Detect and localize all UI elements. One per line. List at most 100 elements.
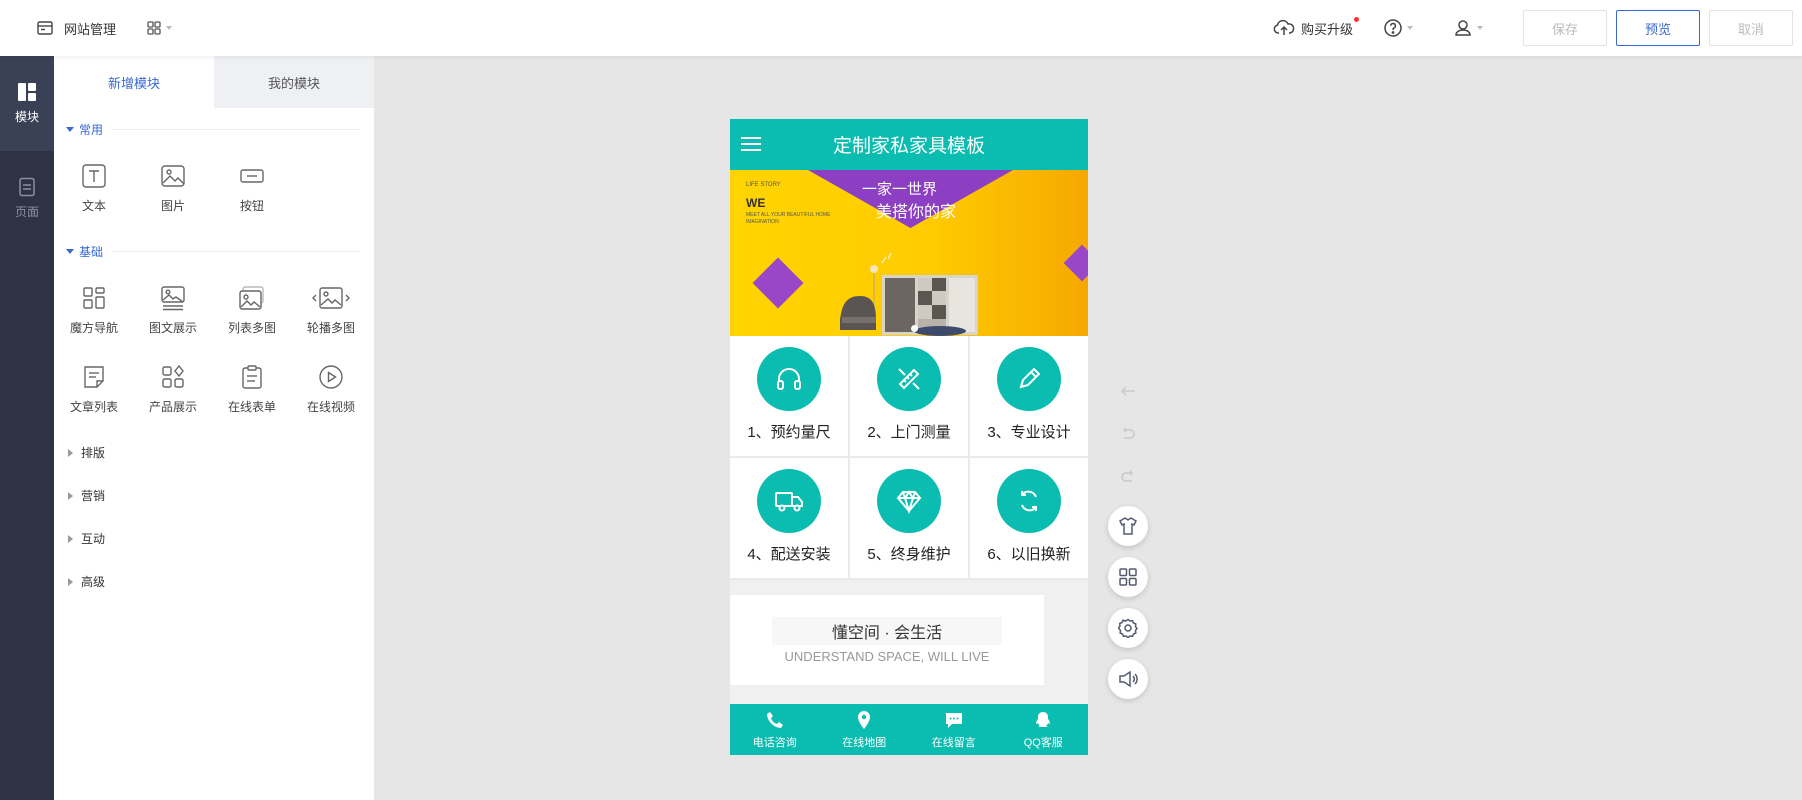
site-management-title: 网站管理 — [64, 21, 117, 37]
cloud-upload-icon — [1273, 19, 1295, 37]
save-button[interactable]: 保存 — [1523, 10, 1607, 46]
map-pin-icon — [854, 710, 874, 730]
module-label: 在线视频 — [306, 400, 355, 414]
module-label: 图片 — [160, 199, 185, 213]
text-icon — [81, 163, 107, 189]
image-icon — [160, 163, 186, 189]
site-management[interactable]: 网站管理 — [36, 0, 173, 56]
list-images-icon — [238, 285, 266, 311]
left-rail: 模块 页面 — [0, 56, 54, 800]
module-article-list[interactable]: 文章列表 — [54, 364, 134, 415]
form-icon — [239, 364, 265, 390]
service-item[interactable]: 4、配送安装 — [730, 458, 848, 578]
banner-headline-1: 一家一世界 — [862, 182, 938, 198]
module-list-images[interactable]: 列表多图 — [212, 285, 292, 336]
preview-button[interactable]: 预览 — [1616, 10, 1700, 46]
footer-item[interactable]: 在线地图 — [820, 704, 910, 755]
module-form[interactable]: 在线表单 — [212, 364, 292, 415]
phone-preview: 定制家私家具模板 LIFE STORY WE MEET ALL YOUR BEA… — [730, 119, 1088, 755]
service-label: 2、上门测量 — [867, 424, 951, 441]
service-item[interactable]: 5、终身维护 — [850, 458, 968, 578]
user-menu[interactable] — [1453, 18, 1483, 38]
module-product[interactable]: 产品展示 — [133, 364, 213, 415]
banner-carousel[interactable]: LIFE STORY WE MEET ALL YOUR BEAUTIFUL HO… — [730, 170, 1088, 336]
module-video[interactable]: 在线视频 — [291, 364, 371, 415]
undo-icon[interactable] — [1118, 424, 1138, 444]
pencil-icon — [997, 347, 1061, 411]
message-icon — [944, 710, 964, 730]
theme-button[interactable] — [1108, 506, 1148, 546]
section-advanced[interactable]: 高级 — [68, 573, 105, 590]
rail-item-label: 页面 — [14, 205, 39, 219]
redo-icon[interactable] — [1118, 467, 1138, 487]
module-text[interactable]: 文本 — [54, 163, 134, 214]
section-interaction[interactable]: 互动 — [68, 530, 105, 547]
announcement-button[interactable] — [1108, 659, 1148, 699]
module-label: 文章列表 — [69, 400, 118, 414]
divider — [113, 250, 360, 252]
section-basic-header[interactable]: 基础 — [66, 241, 360, 261]
caret-down-icon — [66, 126, 74, 132]
module-button[interactable]: 按钮 — [212, 163, 292, 214]
service-item[interactable]: 6、以旧换新 — [970, 458, 1088, 578]
rail-item-modules[interactable]: 模块 — [0, 56, 54, 151]
top-bar: 网站管理 购买升级 保存 预览 取消 — [0, 0, 1802, 56]
article-list-icon — [81, 364, 107, 390]
hamburger-menu-icon[interactable] — [740, 135, 762, 153]
upgrade-button[interactable]: 购买升级 — [1273, 16, 1359, 38]
services-grid: 1、预约量尺 2、上门测量 3、专业设计 4、配送安装 5、终身维护 6、以旧换… — [730, 336, 1088, 580]
section-title: 互动 — [81, 532, 106, 546]
footer-item[interactable]: 电话咨询 — [730, 704, 820, 755]
section-marketing[interactable]: 营销 — [68, 487, 105, 504]
service-item[interactable]: 3、专业设计 — [970, 336, 1088, 456]
tab-new-modules[interactable]: 新增模块 — [54, 56, 214, 108]
footer-item[interactable]: 在线留言 — [909, 704, 999, 755]
service-item[interactable]: 2、上门测量 — [850, 336, 968, 456]
apps-menu[interactable] — [146, 20, 173, 36]
tab-my-modules[interactable]: 我的模块 — [214, 56, 374, 108]
carousel-indicator[interactable] — [911, 325, 918, 332]
rail-item-label: 模块 — [14, 110, 39, 124]
module-grid-nav[interactable]: 魔方导航 — [54, 285, 134, 336]
back-arrow-icon[interactable] — [1118, 381, 1138, 401]
module-label: 轮播多图 — [306, 321, 355, 335]
apps-icon — [1118, 567, 1138, 587]
footer-label: 在线地图 — [842, 736, 887, 749]
phone-header[interactable]: 定制家私家具模板 — [730, 119, 1088, 170]
settings-button[interactable] — [1108, 608, 1148, 648]
truck-icon — [757, 469, 821, 533]
divider — [113, 128, 360, 130]
apps-button[interactable] — [1108, 557, 1148, 597]
wardrobe-illustration — [830, 225, 990, 336]
caret-right-icon — [68, 577, 73, 586]
carousel-icon — [312, 285, 350, 311]
diamond-icon — [877, 469, 941, 533]
service-label: 4、配送安装 — [747, 546, 831, 563]
module-label: 列表多图 — [227, 321, 276, 335]
qq-icon — [1033, 710, 1053, 730]
module-image-text[interactable]: 图文展示 — [133, 285, 213, 336]
module-label: 文本 — [81, 199, 106, 213]
section-layout[interactable]: 排版 — [68, 444, 105, 461]
slogan-block[interactable]: 懂空间 · 会生活 UNDERSTAND SPACE, WILL LIVE — [730, 595, 1044, 685]
chevron-down-icon — [1407, 26, 1413, 30]
diamond-shape-left — [752, 257, 804, 309]
grid-nav-icon — [81, 285, 107, 311]
upgrade-label: 购买升级 — [1300, 21, 1353, 37]
footer-label: 电话咨询 — [752, 736, 797, 749]
banner-headline-2: 美搭你的家 — [876, 204, 957, 221]
service-item[interactable]: 1、预约量尺 — [730, 336, 848, 456]
product-icon — [160, 364, 186, 390]
module-image[interactable]: 图片 — [133, 163, 213, 214]
shirt-icon — [1118, 516, 1138, 536]
module-carousel[interactable]: 轮播多图 — [291, 285, 371, 336]
rail-item-pages[interactable]: 页面 — [0, 151, 54, 246]
footer-label: QQ客服 — [1023, 736, 1063, 749]
footer-item[interactable]: QQ客服 — [999, 704, 1089, 755]
help-menu[interactable] — [1383, 18, 1413, 38]
cancel-button[interactable]: 取消 — [1709, 10, 1793, 46]
section-common-header[interactable]: 常用 — [66, 119, 360, 139]
section-title: 基础 — [79, 244, 104, 259]
footer-label: 在线留言 — [931, 736, 976, 749]
module-label: 按钮 — [239, 199, 264, 213]
